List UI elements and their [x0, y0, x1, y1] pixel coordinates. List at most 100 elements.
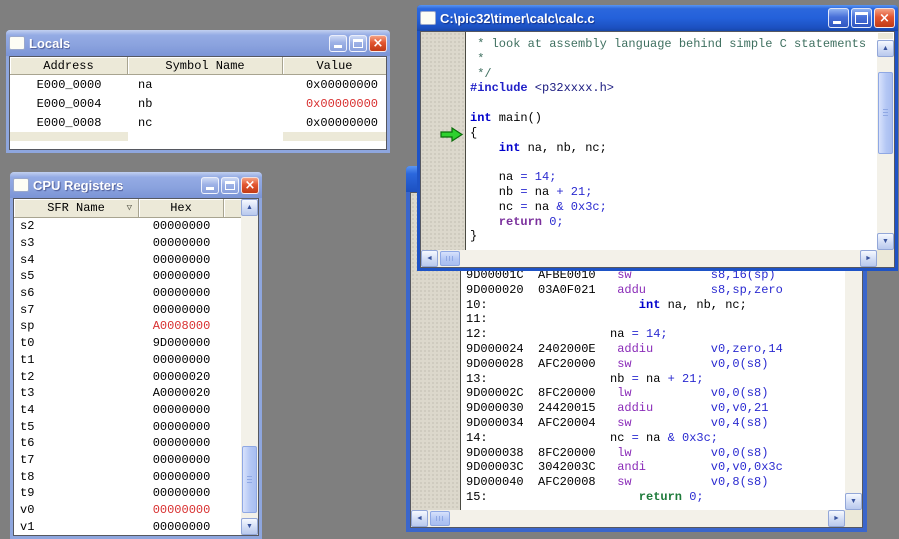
hscroll-thumb[interactable]: [430, 511, 450, 526]
code-token: return: [638, 489, 683, 504]
scroll-down-button[interactable]: ▼: [845, 493, 862, 510]
register-row[interactable]: t6 00000000: [14, 435, 241, 452]
sort-triangle-icon: ▽: [126, 203, 132, 213]
editor-gutter: [421, 32, 466, 250]
minimize-button[interactable]: [201, 176, 219, 194]
editor-vscrollbar[interactable]: ▲ ▼: [877, 32, 894, 250]
code-line: 14: nc = na & 0x3c;: [466, 431, 845, 446]
locals-titlebar[interactable]: Locals ×: [6, 30, 390, 56]
register-row[interactable]: t1 00000000: [14, 352, 241, 369]
close-button[interactable]: ×: [874, 8, 895, 28]
register-name: t5: [20, 419, 35, 434]
maximize-button[interactable]: [349, 34, 367, 52]
cpu-registers-titlebar[interactable]: CPU Registers ×: [10, 172, 262, 198]
code-token: 8FC20000: [538, 445, 596, 460]
code-token: addiu: [617, 401, 654, 416]
register-row[interactable]: t9 00000000: [14, 485, 241, 502]
code-line: */: [470, 67, 877, 82]
cell: 0x00000000: [305, 96, 378, 111]
editor-titlebar[interactable]: C:\pic32\timer\calc\calc.c ×: [417, 5, 898, 31]
code-line: 9D00002C 8FC20000 lw v0,0(s8): [466, 386, 845, 401]
arrow-down-icon: ▼: [850, 498, 857, 505]
register-row[interactable]: t4 00000000: [14, 402, 241, 419]
code-token: AFC20008: [538, 475, 596, 490]
column-header-sfr-name[interactable]: SFR Name ▽: [14, 199, 139, 218]
register-row[interactable]: t2 00000020: [14, 368, 241, 385]
register-row[interactable]: s4 00000000: [14, 251, 241, 268]
code-token: 8FC20000: [538, 386, 596, 401]
scroll-down-button[interactable]: ▼: [241, 518, 258, 535]
register-row[interactable]: t8 00000000: [14, 468, 241, 485]
arrow-left-icon: ◄: [426, 255, 433, 262]
editor-code[interactable]: * look at assembly language behind simpl…: [470, 37, 877, 250]
code-token: <p32xxxx.h>: [534, 81, 615, 96]
scroll-up-button[interactable]: ▲: [241, 199, 258, 216]
register-row[interactable]: sp A0008000: [14, 318, 241, 335]
column-header-address[interactable]: Address: [10, 57, 128, 75]
close-button[interactable]: ×: [369, 34, 387, 52]
locals-header[interactable]: Address Symbol Name Value: [10, 57, 386, 75]
register-row[interactable]: s2 00000000: [14, 218, 241, 235]
cpu-vscrollbar[interactable]: ▲ ▼: [241, 199, 258, 535]
cpu-registers-header[interactable]: SFR Name ▽ Hex: [14, 199, 241, 218]
register-name: t6: [20, 436, 35, 451]
code-token: nb: [610, 371, 625, 386]
register-row[interactable]: s7 00000000: [14, 301, 241, 318]
code-token: lw: [617, 445, 632, 460]
scroll-right-button[interactable]: ►: [860, 250, 877, 267]
register-name: t8: [20, 469, 35, 484]
scrollbar-corner: [877, 250, 894, 267]
maximize-button[interactable]: [851, 8, 872, 28]
locals-table-row[interactable]: E000_0004 nb 0x00000000: [10, 94, 386, 113]
column-header-value[interactable]: Value: [283, 57, 386, 75]
maximize-icon: [353, 38, 363, 48]
register-value: 00000000: [152, 519, 211, 534]
register-row[interactable]: s3 00000000: [14, 235, 241, 252]
code-token: lw: [617, 386, 632, 401]
register-row[interactable]: t5 00000000: [14, 418, 241, 435]
minimize-button[interactable]: [828, 8, 849, 28]
scroll-left-button[interactable]: ◄: [411, 510, 428, 527]
register-name: s6: [20, 286, 35, 301]
code-token: =: [520, 170, 528, 185]
arrow-right-icon: ►: [865, 255, 872, 262]
column-header-symbol[interactable]: Symbol Name: [128, 57, 283, 75]
close-button[interactable]: ×: [241, 176, 259, 194]
maximize-button[interactable]: [221, 176, 239, 194]
scroll-left-button[interactable]: ◄: [421, 250, 438, 267]
register-row[interactable]: v0 00000000: [14, 502, 241, 519]
register-row[interactable]: t0 9D000000: [14, 335, 241, 352]
code-line: 9D000034 AFC20004 sw v0,4(s8): [466, 416, 845, 431]
register-row[interactable]: v1 00000000: [14, 518, 241, 535]
locals-table-row[interactable]: E000_0000 na 0x00000000: [10, 75, 386, 94]
register-name: t1: [20, 352, 35, 367]
register-row[interactable]: s6 00000000: [14, 285, 241, 302]
splitter-box[interactable]: [877, 32, 894, 40]
code-token: 13:: [466, 371, 488, 386]
scroll-down-button[interactable]: ▼: [877, 233, 894, 250]
code-token: na: [534, 199, 550, 214]
code-token: &: [556, 199, 564, 214]
editor-hscrollbar[interactable]: ◄ ►: [421, 250, 877, 267]
register-name: s2: [20, 219, 35, 234]
register-value: 00000000: [152, 252, 211, 267]
disassembly-hscrollbar[interactable]: ◄ ►: [411, 510, 845, 527]
scroll-up-button[interactable]: ▲: [877, 40, 894, 57]
locals-table-row[interactable]: E000_0008 nc 0x00000000: [10, 113, 386, 132]
code-token: 0;: [549, 214, 564, 229]
code-token: 24420015: [538, 401, 596, 416]
vscroll-thumb[interactable]: [878, 72, 893, 154]
register-value: 00000000: [152, 269, 211, 284]
disassembly-code[interactable]: 9D00001C AFBE0010 sw s8,16(sp) 9D000020 03A0F…: [466, 268, 845, 510]
minimize-button[interactable]: [329, 34, 347, 52]
column-header-hex[interactable]: Hex: [139, 199, 224, 218]
code-line: 9D000028 AFC20000 sw v0,0(s8): [466, 357, 845, 372]
vscroll-thumb[interactable]: [242, 446, 257, 513]
scroll-right-button[interactable]: ►: [828, 510, 845, 527]
cpu-registers-rows: s2 00000000 s3 00000000 s4 00000000 s5 00000000…: [14, 218, 241, 535]
register-row[interactable]: t3 A0000020: [14, 385, 241, 402]
register-row[interactable]: s5 00000000: [14, 268, 241, 285]
hscroll-thumb[interactable]: [440, 251, 460, 266]
register-row[interactable]: t7 00000000: [14, 452, 241, 469]
